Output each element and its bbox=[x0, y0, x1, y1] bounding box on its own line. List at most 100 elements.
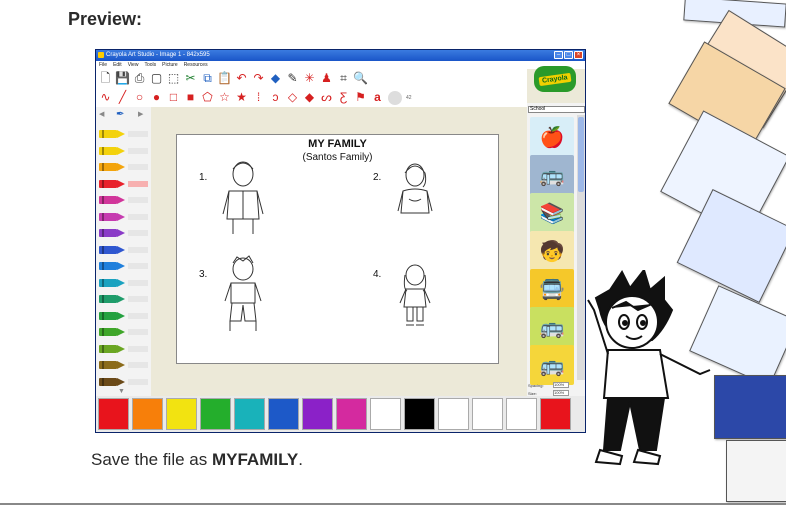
menu-tools[interactable]: Tools bbox=[144, 61, 156, 69]
zigzag-icon[interactable]: ᔕ bbox=[320, 91, 333, 104]
crayon-shade-track[interactable] bbox=[128, 197, 148, 203]
crayon-shade-track[interactable] bbox=[128, 329, 148, 335]
palette-swatch-4[interactable] bbox=[200, 398, 231, 430]
crayon-color-10[interactable] bbox=[99, 278, 125, 288]
marker-icon[interactable]: ✒ bbox=[116, 109, 124, 120]
redo-icon[interactable]: ↷ bbox=[252, 72, 265, 85]
new-file-icon[interactable]: 🗋 bbox=[99, 72, 112, 85]
circle-fill-icon[interactable]: ● bbox=[150, 91, 163, 104]
shape-fill-icon[interactable]: ◆ bbox=[303, 91, 316, 104]
crayon-color-15[interactable] bbox=[99, 360, 125, 370]
eyedropper-icon[interactable]: ✎ bbox=[286, 72, 299, 85]
star-fill-icon[interactable]: ★ bbox=[235, 91, 248, 104]
crayon-color-5[interactable] bbox=[99, 195, 125, 205]
palette-swatch-9[interactable] bbox=[370, 398, 401, 430]
gallery-category-select[interactable]: School bbox=[528, 106, 585, 113]
scissors-icon[interactable]: ✂ bbox=[184, 72, 197, 85]
crayon-color-3[interactable] bbox=[99, 162, 125, 172]
crayon-color-7[interactable] bbox=[99, 228, 125, 238]
pentagon-icon[interactable]: ⬠ bbox=[201, 91, 214, 104]
crayon-color-4[interactable] bbox=[99, 179, 125, 189]
palette-swatch-2[interactable] bbox=[132, 398, 163, 430]
books-stamp-icon[interactable]: 📚 bbox=[530, 193, 574, 233]
save-icon[interactable]: 💾 bbox=[115, 72, 130, 85]
boy-stamp-icon[interactable]: 🧒 bbox=[530, 231, 574, 271]
palette-swatch-6[interactable] bbox=[268, 398, 299, 430]
school-bus-photo-icon[interactable]: 🚌 bbox=[530, 155, 574, 195]
crayon-color-6[interactable] bbox=[99, 212, 125, 222]
dotted-icon[interactable]: ⁞ bbox=[252, 91, 265, 104]
zoom-icon[interactable]: 🔍 bbox=[353, 72, 368, 85]
blank-icon[interactable]: ▢ bbox=[150, 72, 163, 85]
shape-icon[interactable]: ◇ bbox=[286, 91, 299, 104]
crayon-color-12[interactable] bbox=[99, 311, 125, 321]
crayon-color-9[interactable] bbox=[99, 261, 125, 271]
stamp-icon[interactable]: ♟ bbox=[320, 72, 333, 85]
crayon-color-13[interactable] bbox=[99, 327, 125, 337]
palette-swatch-8[interactable] bbox=[336, 398, 367, 430]
crayon-shade-track[interactable] bbox=[128, 312, 148, 319]
apple-stamp-icon[interactable]: 🍎 bbox=[530, 117, 574, 157]
crayon-shade-track[interactable] bbox=[128, 279, 148, 286]
menu-resources[interactable]: Resources bbox=[184, 61, 208, 69]
crayon-color-8[interactable] bbox=[99, 245, 125, 255]
menu-bar: File Edit View Tools Picture Resources bbox=[96, 61, 585, 69]
minimize-button[interactable]: – bbox=[554, 51, 563, 59]
crayon-shade-track[interactable] bbox=[128, 345, 148, 352]
palette-swatch-7[interactable] bbox=[302, 398, 333, 430]
flag-icon[interactable]: ⚑ bbox=[354, 91, 367, 104]
menu-edit[interactable]: Edit bbox=[113, 61, 122, 69]
circle-outline-icon[interactable]: ○ bbox=[133, 91, 146, 104]
crayon-shade-track[interactable] bbox=[128, 378, 148, 385]
crayon-shade-track[interactable] bbox=[128, 246, 148, 253]
text-icon[interactable]: a bbox=[371, 91, 384, 104]
undo-icon[interactable]: ↶ bbox=[235, 72, 248, 85]
print-icon[interactable]: ⎙ bbox=[133, 72, 146, 85]
maximize-button[interactable]: □ bbox=[564, 51, 573, 59]
palette-swatch-5[interactable] bbox=[234, 398, 265, 430]
palette-swatch-13[interactable] bbox=[506, 398, 537, 430]
font-size-value: 42 bbox=[406, 94, 412, 101]
menu-file[interactable]: File bbox=[99, 61, 107, 69]
crayon-shade-track[interactable] bbox=[128, 263, 148, 269]
palette-swatch-11[interactable] bbox=[438, 398, 469, 430]
square-outline-icon[interactable]: □ bbox=[167, 91, 180, 104]
crayon-color-16[interactable] bbox=[99, 377, 125, 387]
crayon-color-2[interactable] bbox=[99, 146, 125, 156]
drawing-canvas[interactable]: MY FAMILY (Santos Family) 1. 2. 3. 4. bbox=[176, 134, 499, 364]
square-fill-icon[interactable]: ■ bbox=[184, 91, 197, 104]
line-icon[interactable]: ╱ bbox=[116, 91, 129, 104]
crayon-shade-track[interactable] bbox=[128, 213, 148, 220]
scroll-right-icon[interactable]: ▶ bbox=[138, 110, 143, 118]
crayon-shade-track[interactable] bbox=[128, 180, 148, 187]
paste-icon[interactable]: 📋 bbox=[217, 72, 232, 85]
eraser-icon[interactable]: ◆ bbox=[269, 72, 282, 85]
crayon-shade-track[interactable] bbox=[128, 131, 148, 137]
sparkle-icon[interactable]: ✳ bbox=[303, 72, 316, 85]
palette-swatch-1[interactable] bbox=[98, 398, 129, 430]
toolbar: 🗋 💾 ⎙ ▢ ⬚ ✂ ⧉ 📋 ↶ ↷ ◆ ✎ ✳ ♟ ⌗ 🔍 ∿ ╱ ○ ● … bbox=[96, 69, 527, 107]
menu-picture[interactable]: Picture bbox=[162, 61, 178, 69]
crayon-color-14[interactable] bbox=[99, 344, 125, 354]
font-size-dial[interactable] bbox=[388, 90, 402, 105]
scroll-down-icon[interactable]: ▼ bbox=[118, 388, 125, 395]
crayon-color-1[interactable] bbox=[99, 129, 125, 139]
crayon-shade-track[interactable] bbox=[128, 164, 148, 170]
crayon-shade-track[interactable] bbox=[128, 147, 148, 154]
zigzag-fill-icon[interactable]: Ƹ bbox=[337, 91, 350, 104]
scroll-left-icon[interactable]: ◀ bbox=[99, 110, 104, 118]
curve-icon[interactable]: ∿ bbox=[99, 91, 112, 104]
select-icon[interactable]: ⬚ bbox=[167, 72, 180, 85]
palette-swatch-12[interactable] bbox=[472, 398, 503, 430]
palette-swatch-3[interactable] bbox=[166, 398, 197, 430]
lasso-icon[interactable]: ↄ bbox=[269, 91, 282, 104]
crayon-shade-track[interactable] bbox=[128, 296, 148, 302]
crayon-color-11[interactable] bbox=[99, 294, 125, 304]
menu-view[interactable]: View bbox=[128, 61, 139, 69]
crayon-shade-track[interactable] bbox=[128, 362, 148, 368]
crop-icon[interactable]: ⌗ bbox=[337, 72, 350, 85]
crayon-shade-track[interactable] bbox=[128, 230, 148, 236]
star-outline-icon[interactable]: ☆ bbox=[218, 91, 231, 104]
palette-swatch-10[interactable] bbox=[404, 398, 435, 430]
copy-icon[interactable]: ⧉ bbox=[201, 72, 214, 85]
